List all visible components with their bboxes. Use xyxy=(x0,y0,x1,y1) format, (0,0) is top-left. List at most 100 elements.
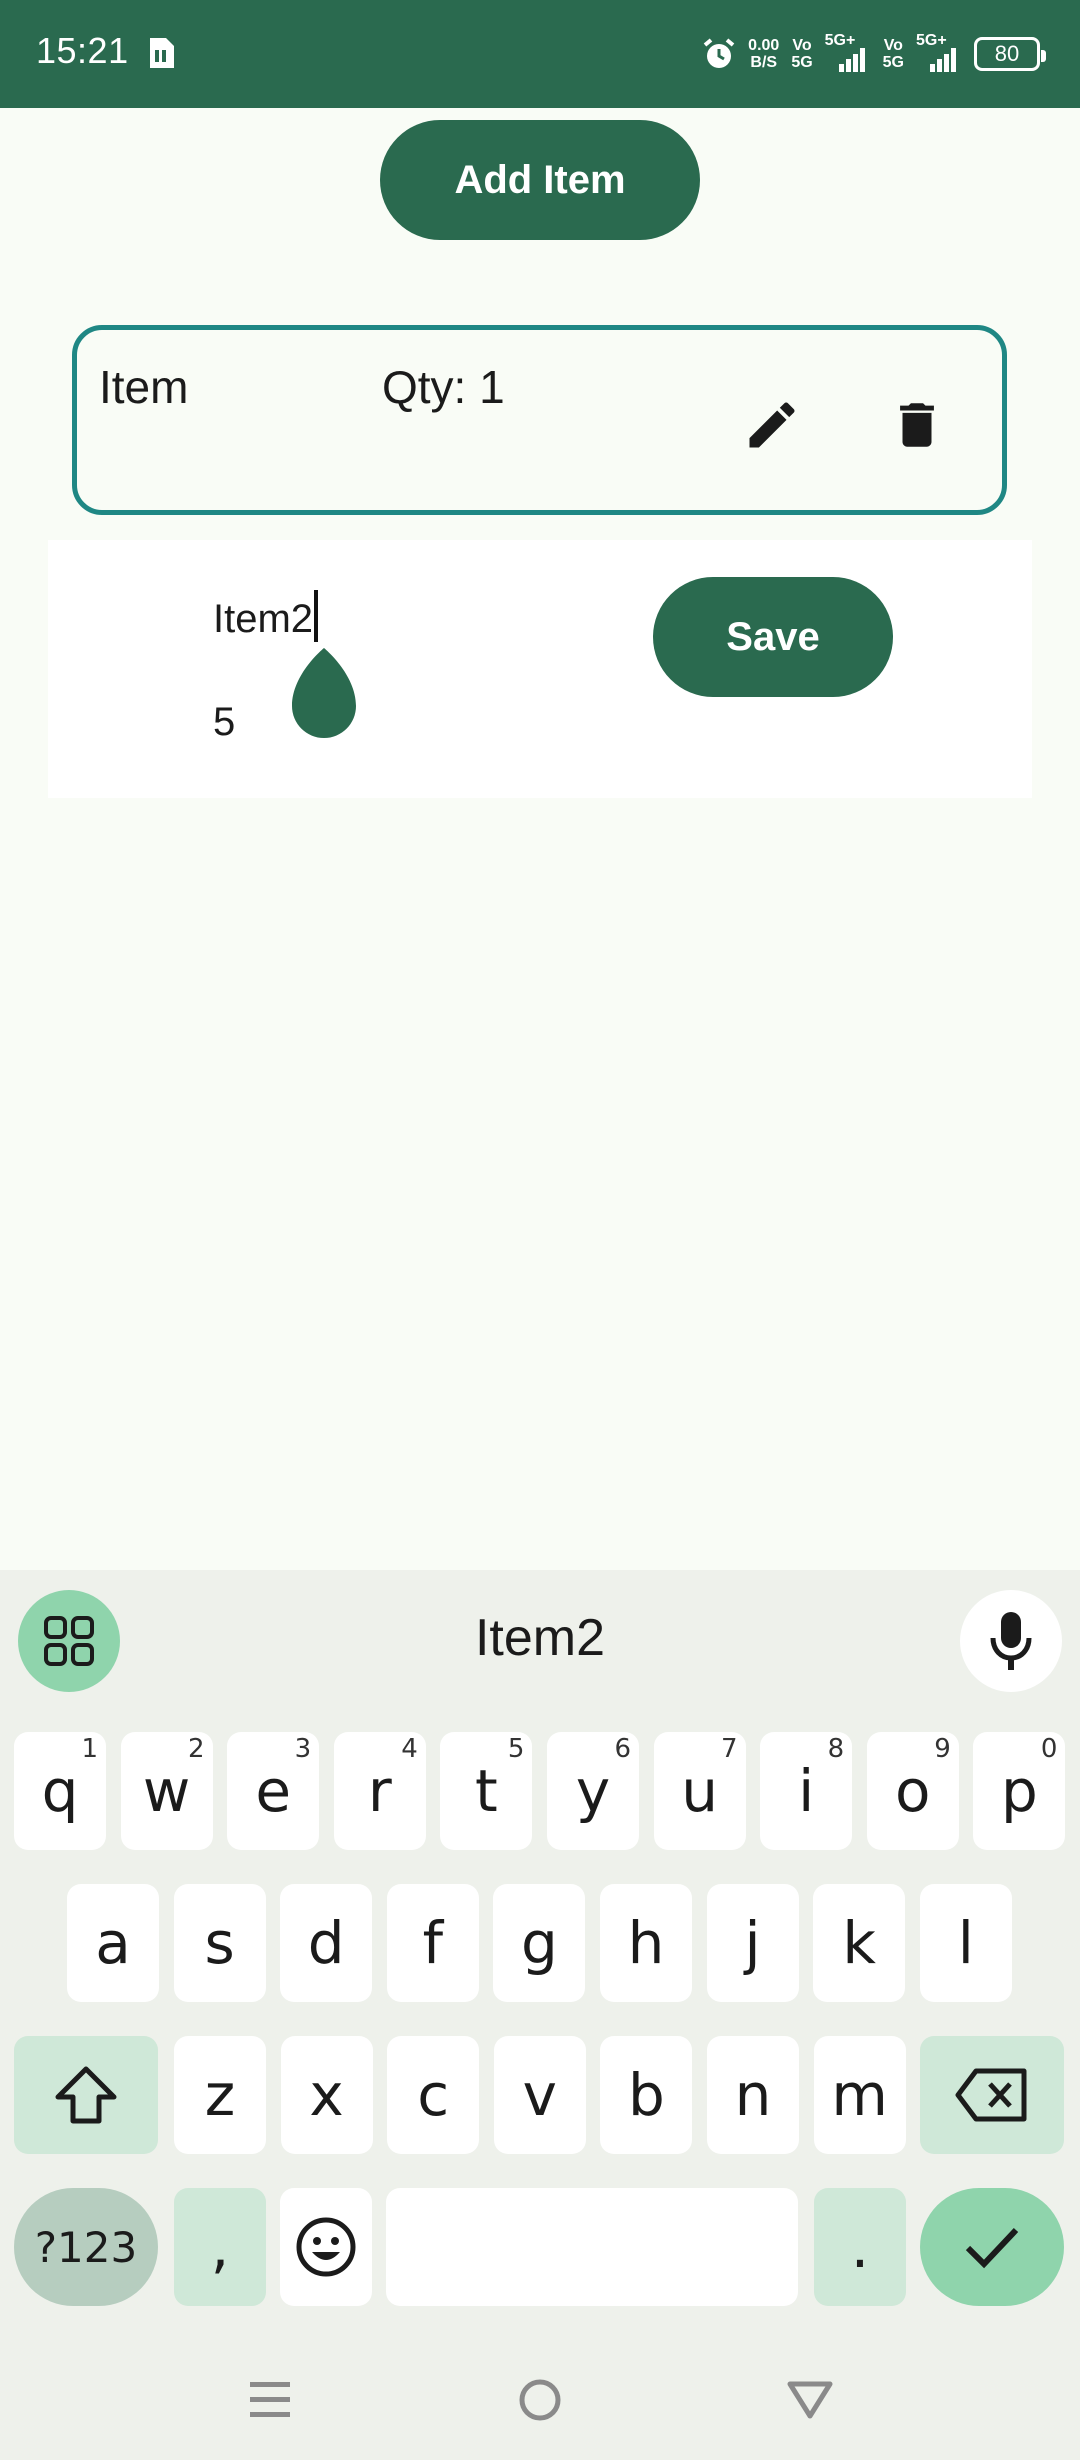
net-speed-value: 0.00 xyxy=(748,37,780,54)
shift-key[interactable] xyxy=(14,2036,158,2154)
key-z[interactable]: z xyxy=(174,2036,266,2154)
net-speed-unit: B/S xyxy=(750,54,778,71)
key-c[interactable]: c xyxy=(387,2036,480,2154)
key-j[interactable]: j xyxy=(706,1884,799,2002)
home-icon[interactable] xyxy=(510,2370,570,2430)
soft-keyboard: Item2 q1w2e3r4t5y6u7i8o9p0 asdfghjkl zxc… xyxy=(0,1570,1080,2460)
save-button[interactable]: Save xyxy=(653,577,893,697)
quantity-input[interactable]: 5 xyxy=(213,700,235,745)
item-name-input-value: Item2 xyxy=(213,597,314,641)
backspace-icon xyxy=(955,2068,1027,2122)
sim2-top-label: Vo xyxy=(883,37,903,54)
status-bar: 15:21 0.00 B/S Vo 5G 5G+ Vo 5G 5G+ 80 xyxy=(0,0,1080,108)
key-q[interactable]: q1 xyxy=(14,1732,106,1850)
key-k[interactable]: k xyxy=(813,1884,906,2002)
key-number-hint: 9 xyxy=(934,1734,951,1764)
key-label: t xyxy=(475,1757,498,1825)
key-label: r xyxy=(367,1757,392,1825)
key-w[interactable]: w2 xyxy=(120,1732,213,1850)
key-number-hint: 5 xyxy=(507,1734,525,1764)
key-s[interactable]: s xyxy=(173,1884,266,2002)
emoji-icon xyxy=(296,2217,356,2277)
key-m[interactable]: m xyxy=(813,2036,906,2154)
navigation-bar xyxy=(0,2340,1080,2460)
delete-button[interactable] xyxy=(877,385,957,465)
key-n[interactable]: n xyxy=(707,2036,799,2154)
key-number-hint: 0 xyxy=(1040,1734,1058,1764)
key-label: u xyxy=(681,1757,718,1825)
key-number-hint: 6 xyxy=(614,1734,631,1764)
key-number-hint: 4 xyxy=(401,1734,418,1764)
voice-input-button[interactable] xyxy=(960,1590,1062,1692)
menu-icon[interactable] xyxy=(240,2370,300,2430)
item-name-input[interactable]: Item2 xyxy=(213,590,319,642)
key-l[interactable]: l xyxy=(919,1884,1012,2002)
key-label: e xyxy=(255,1757,292,1825)
key-label: q xyxy=(41,1757,79,1825)
text-cursor xyxy=(314,590,319,642)
comma-key[interactable]: , xyxy=(174,2188,266,2306)
item-card: Item Qty: 1 xyxy=(72,325,1007,515)
signal-icon xyxy=(930,48,956,72)
suggestion-word[interactable]: Item2 xyxy=(0,1608,1080,1668)
key-number-hint: 8 xyxy=(827,1734,845,1764)
edit-button[interactable] xyxy=(732,385,812,465)
sim2-bottom-label: 5G xyxy=(882,54,904,71)
checkmark-icon xyxy=(965,2227,1019,2269)
key-p[interactable]: p0 xyxy=(973,1732,1066,1850)
enter-key[interactable] xyxy=(920,2188,1064,2306)
shift-arrow-icon xyxy=(55,2066,117,2124)
sim2-volte: Vo 5G xyxy=(883,37,904,71)
key-label: w xyxy=(142,1757,191,1825)
key-o[interactable]: o9 xyxy=(866,1732,959,1850)
period-key[interactable]: . xyxy=(814,2188,906,2306)
key-u[interactable]: u7 xyxy=(653,1732,746,1850)
key-r[interactable]: r4 xyxy=(333,1732,426,1850)
key-y[interactable]: y6 xyxy=(547,1732,639,1850)
net-speed: 0.00 B/S xyxy=(748,37,779,71)
key-e[interactable]: e3 xyxy=(227,1732,320,1850)
status-time: 15:21 xyxy=(36,30,129,71)
key-b[interactable]: b xyxy=(600,2036,693,2154)
add-item-button[interactable]: Add Item xyxy=(380,120,700,240)
key-v[interactable]: v xyxy=(493,2036,586,2154)
sim1-volte: Vo 5G xyxy=(791,37,812,71)
item-name: Item xyxy=(99,361,189,413)
edit-item-panel: Item2 5 Save xyxy=(48,540,1032,798)
key-label: y xyxy=(575,1757,611,1825)
microphone-icon xyxy=(990,1612,1032,1670)
trash-icon xyxy=(900,403,934,447)
key-number-hint: 7 xyxy=(721,1734,738,1764)
sim-card-icon xyxy=(150,38,174,68)
symbols-key[interactable]: ?123 xyxy=(14,2188,158,2306)
key-number-hint: 3 xyxy=(294,1734,312,1764)
backspace-key[interactable] xyxy=(920,2036,1064,2154)
space-key[interactable] xyxy=(386,2188,798,2306)
sim2-signal: 5G+ xyxy=(916,32,962,74)
key-f[interactable]: f xyxy=(386,1884,479,2002)
sim1-top-label: Vo xyxy=(792,37,812,54)
key-i[interactable]: i8 xyxy=(760,1732,853,1850)
sim1-signal: 5G+ xyxy=(825,32,871,74)
key-h[interactable]: h xyxy=(600,1884,692,2002)
key-number-hint: 1 xyxy=(81,1734,98,1764)
signal-icon xyxy=(838,48,865,72)
key-label: o xyxy=(895,1757,931,1825)
key-t[interactable]: t5 xyxy=(440,1732,533,1850)
emoji-key[interactable] xyxy=(280,2188,372,2306)
key-a[interactable]: a xyxy=(67,1884,159,2002)
battery-icon: 80 xyxy=(974,37,1046,71)
pencil-icon xyxy=(749,402,795,448)
status-icons: 0.00 B/S Vo 5G 5G+ Vo 5G 5G+ 80 xyxy=(702,30,1046,78)
text-cursor-handle[interactable] xyxy=(292,640,356,740)
alarm-icon xyxy=(703,38,735,68)
back-icon[interactable] xyxy=(780,2370,840,2430)
key-d[interactable]: d xyxy=(280,1884,373,2002)
key-g[interactable]: g xyxy=(493,1884,586,2002)
key-x[interactable]: x xyxy=(280,2036,373,2154)
key-number-hint: 2 xyxy=(188,1734,205,1764)
key-label: p xyxy=(1000,1757,1038,1825)
sim1-bottom-label: 5G xyxy=(791,54,813,71)
item-quantity: Qty: 1 xyxy=(382,361,505,413)
battery-level: 80 xyxy=(994,41,1020,66)
